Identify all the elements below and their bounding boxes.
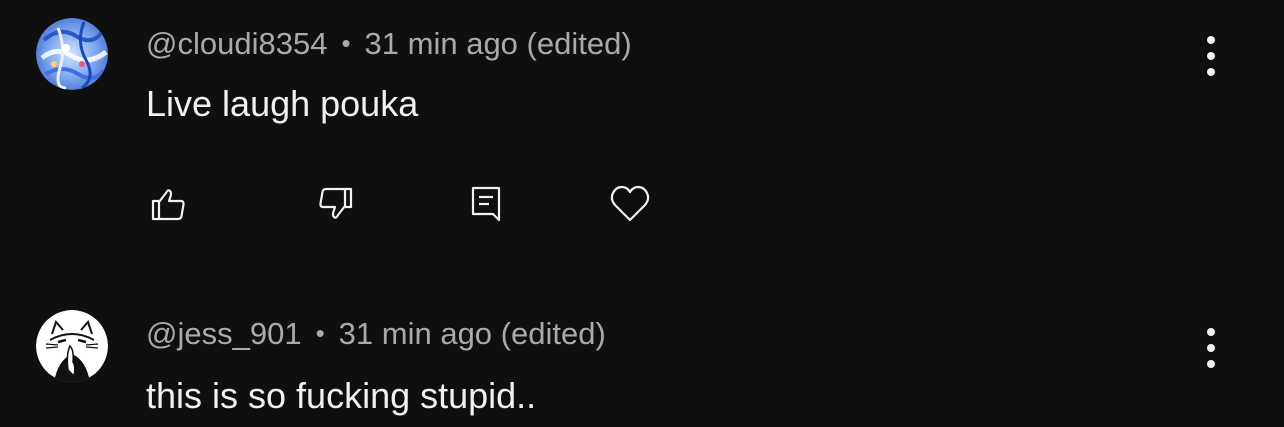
timestamp: 31 min ago (edited)	[364, 26, 632, 61]
comment-item: @jess_901 • 31 min ago (edited) this is so…	[0, 290, 1284, 427]
comment-text: Live laugh pouka	[146, 83, 419, 124]
more-dot	[1207, 328, 1215, 336]
avatar[interactable]	[36, 310, 108, 382]
more-dot	[1207, 344, 1215, 352]
separator-dot: •	[315, 318, 325, 348]
author-name[interactable]: @cloudi8354	[146, 26, 327, 61]
separator-dot: •	[341, 28, 351, 58]
more-options-button[interactable]	[1196, 34, 1226, 78]
abstract-blue-avatar-icon	[36, 18, 108, 90]
dislike-button[interactable]	[312, 180, 360, 228]
comment-meta: @jess_901 • 31 min ago (edited)	[146, 318, 606, 349]
like-button[interactable]	[144, 180, 192, 228]
dislike-icon	[319, 187, 353, 219]
more-dot	[1207, 52, 1215, 60]
more-dot	[1207, 68, 1215, 76]
author-name[interactable]: @jess_901	[146, 316, 302, 351]
more-dot	[1207, 36, 1215, 44]
reply-button[interactable]	[462, 180, 510, 228]
cat-drawing-avatar-icon	[36, 310, 108, 382]
comment-item: @cloudi8354 • 31 min ago (edited) Live lau…	[0, 0, 1284, 270]
reply-icon	[471, 186, 501, 222]
timestamp: 31 min ago (edited)	[338, 316, 606, 351]
comment-text: this is so fucking stupid..	[146, 375, 537, 416]
comment-meta: @cloudi8354 • 31 min ago (edited)	[146, 28, 632, 59]
heart-button[interactable]	[606, 180, 654, 228]
more-options-button[interactable]	[1196, 326, 1226, 370]
heart-icon	[610, 185, 650, 222]
avatar[interactable]	[36, 18, 108, 90]
more-dot	[1207, 360, 1215, 368]
like-icon	[151, 189, 185, 221]
